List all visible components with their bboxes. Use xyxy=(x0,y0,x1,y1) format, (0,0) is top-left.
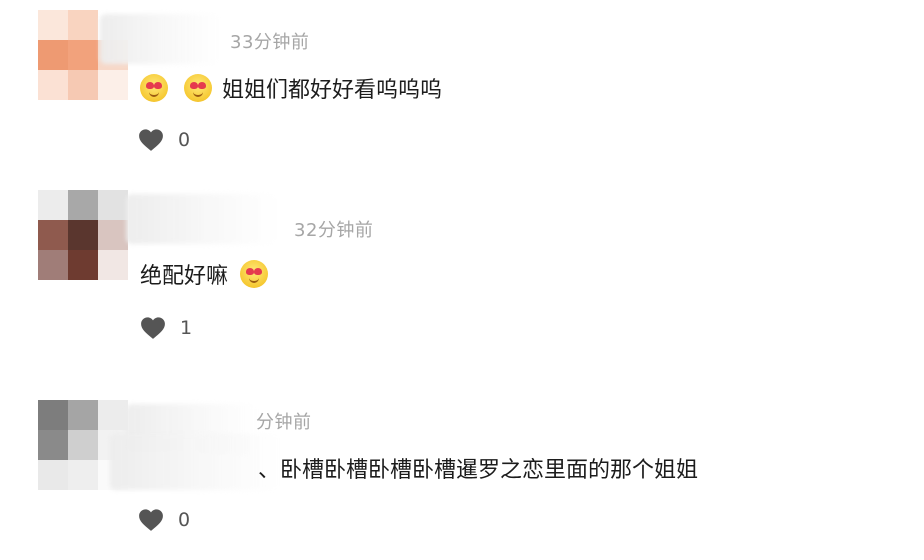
heart-eyes-emoji-icon xyxy=(140,74,168,102)
username-blurred xyxy=(100,14,220,64)
avatar[interactable] xyxy=(38,190,128,280)
username-blurred xyxy=(126,194,276,244)
username-blurred xyxy=(110,434,280,490)
heart-icon xyxy=(139,509,163,531)
comment-time: 32分钟前 xyxy=(294,220,374,241)
like-button[interactable]: 1 xyxy=(140,316,192,340)
heart-icon xyxy=(139,129,163,151)
like-count: 0 xyxy=(178,129,191,151)
comment-item: 32分钟前 绝配好嘛 1 xyxy=(0,186,924,372)
comment-text: 、卧槽卧槽卧槽卧槽暹罗之恋里面的那个姐姐 xyxy=(258,452,698,484)
like-button[interactable]: 0 xyxy=(138,128,190,152)
comment-item: 分钟前 、卧槽卧槽卧槽卧槽暹罗之恋里面的那个姐姐 0 xyxy=(0,374,924,560)
comment-text: 姐姐们都好好看呜呜呜 xyxy=(140,72,442,104)
comment-text-body: 、卧槽卧槽卧槽卧槽暹罗之恋里面的那个姐姐 xyxy=(258,458,699,483)
comment-text-body: 绝配好嘛 xyxy=(140,264,229,289)
like-count: 0 xyxy=(178,509,191,531)
comment-text: 绝配好嘛 xyxy=(140,258,269,290)
comment-text-body: 姐姐们都好好看呜呜呜 xyxy=(222,78,443,103)
heart-eyes-emoji-icon xyxy=(240,260,269,288)
heart-icon xyxy=(141,317,165,339)
comment-time: 33分钟前 xyxy=(230,32,310,53)
like-button[interactable]: 0 xyxy=(138,508,190,532)
heart-eyes-emoji-icon xyxy=(184,74,212,102)
comment-time: 分钟前 xyxy=(256,412,312,433)
comment-item: 33分钟前 姐姐们都好好看呜呜呜 0 xyxy=(0,0,924,186)
like-count: 1 xyxy=(180,317,193,339)
